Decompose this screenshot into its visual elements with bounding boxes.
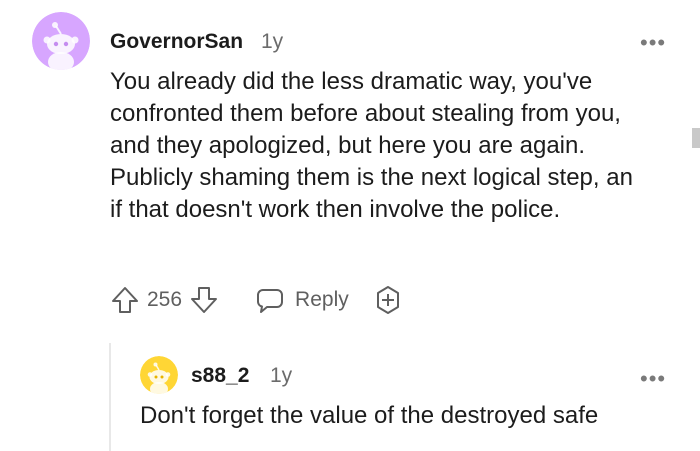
comment-username[interactable]: GovernorSan bbox=[110, 30, 243, 54]
snoo-avatar-icon bbox=[32, 12, 90, 70]
reply-button[interactable]: Reply bbox=[255, 285, 349, 315]
scrollbar-thumb[interactable] bbox=[692, 128, 700, 148]
award-add-icon[interactable] bbox=[373, 285, 403, 315]
comment-body: You already did the less dramatic way, y… bbox=[110, 68, 633, 223]
reply-thread-line[interactable] bbox=[109, 343, 111, 451]
more-options-icon[interactable]: ••• bbox=[640, 368, 666, 390]
snoo-avatar-icon bbox=[140, 356, 178, 394]
more-options-icon[interactable]: ••• bbox=[640, 32, 666, 54]
vote-score: 256 bbox=[147, 288, 183, 311]
upvote-icon[interactable] bbox=[110, 285, 140, 315]
reply-avatar[interactable] bbox=[140, 356, 178, 394]
avatar[interactable] bbox=[32, 12, 90, 70]
reply-bubble-icon bbox=[255, 285, 285, 315]
comment-actions: 256 Reply bbox=[110, 285, 403, 315]
reply-username[interactable]: s88_2 bbox=[191, 364, 249, 388]
reply-body: Don't forget the value of the destroyed … bbox=[140, 402, 599, 429]
reply-label: Reply bbox=[295, 288, 349, 311]
comment-timestamp: 1y bbox=[261, 30, 284, 53]
reply-timestamp: 1y bbox=[270, 364, 293, 387]
downvote-icon[interactable] bbox=[189, 285, 219, 315]
